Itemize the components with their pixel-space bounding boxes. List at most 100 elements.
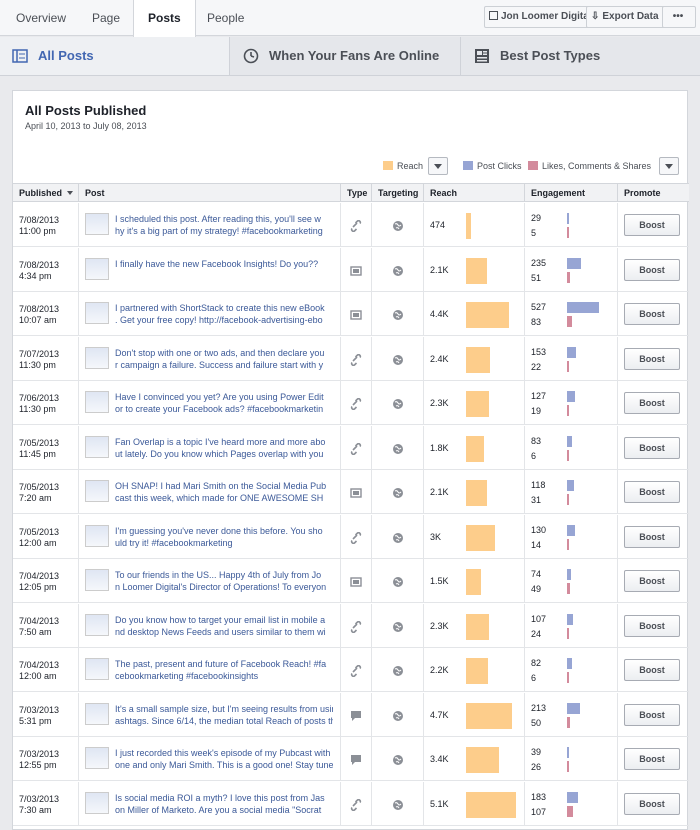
boost-button[interactable]: Boost	[624, 793, 680, 815]
post-cell[interactable]: Is social media ROI a myth? I love this …	[78, 782, 340, 826]
boost-button[interactable]: Boost	[624, 392, 680, 414]
post-message-link[interactable]: Is social media ROI a myth? I love this …	[115, 792, 333, 818]
post-thumbnail[interactable]	[85, 480, 109, 502]
post-thumbnail[interactable]	[85, 391, 109, 413]
post-date: 7/08/2013	[19, 215, 60, 225]
post-cell[interactable]: I'm guessing you've never done this befo…	[78, 515, 340, 559]
boost-button[interactable]: Boost	[624, 214, 680, 236]
post-message-link[interactable]: Don't stop with one or two ads, and then…	[115, 347, 333, 373]
post-time: 11:00 pm	[19, 226, 56, 236]
post-thumbnail[interactable]	[85, 658, 109, 680]
engagement-cell: 118 31	[524, 470, 617, 514]
post-cell[interactable]: OH SNAP! I had Mari Smith on the Social …	[78, 470, 340, 514]
boost-button[interactable]: Boost	[624, 570, 680, 592]
post-cell[interactable]: Don't stop with one or two ads, and then…	[78, 337, 340, 381]
post-thumbnail[interactable]	[85, 213, 109, 235]
post-message-link[interactable]: I just recorded this week's episode of m…	[115, 747, 333, 773]
post-clicks-bar	[567, 258, 581, 269]
post-message-link[interactable]: I scheduled this post. After reading thi…	[115, 213, 333, 239]
tab-posts[interactable]: Posts	[133, 0, 196, 37]
boost-button[interactable]: Boost	[624, 615, 680, 637]
post-thumbnail[interactable]	[85, 302, 109, 324]
reach-cell: 2.1K	[423, 248, 524, 292]
targeting-cell	[371, 737, 423, 781]
boost-button[interactable]: Boost	[624, 748, 680, 770]
boost-button[interactable]: Boost	[624, 526, 680, 548]
post-thumbnail[interactable]	[85, 347, 109, 369]
post-message-link[interactable]: Do you know how to target your email lis…	[115, 614, 333, 640]
reach-metric-dropdown[interactable]	[428, 157, 448, 175]
tab-fans-online[interactable]: When Your Fans Are Online	[231, 37, 461, 75]
post-message-link[interactable]: I'm guessing you've never done this befo…	[115, 525, 333, 551]
likes-bar	[567, 227, 569, 238]
post-thumbnail[interactable]	[85, 258, 109, 280]
post-message-link[interactable]: The past, present and future of Facebook…	[115, 658, 333, 684]
published-cell: 7/03/2013 12:55 pm	[13, 737, 78, 781]
published-datetime: 7/03/2013 7:30 am	[19, 794, 59, 816]
likes-bar	[567, 316, 572, 327]
post-cell[interactable]: Do you know how to target your email lis…	[78, 604, 340, 648]
likes-swatch	[528, 161, 538, 170]
post-message-link[interactable]: Fan Overlap is a topic I've heard more a…	[115, 436, 333, 462]
tab-best-post-types-label: Best Post Types	[500, 48, 601, 63]
post-cell[interactable]: Fan Overlap is a topic I've heard more a…	[78, 426, 340, 470]
post-thumbnail[interactable]	[85, 792, 109, 814]
post-message-link[interactable]: It's a small sample size, but I'm seeing…	[115, 703, 333, 729]
post-clicks-bar	[567, 658, 572, 669]
tab-best-post-types[interactable]: Best Post Types	[462, 37, 700, 75]
post-thumbnail[interactable]	[85, 614, 109, 636]
post-cell[interactable]: To our friends in the US... Happy 4th of…	[78, 559, 340, 603]
tab-people[interactable]: People	[193, 0, 258, 36]
boost-button[interactable]: Boost	[624, 437, 680, 459]
post-thumbnail[interactable]	[85, 525, 109, 547]
public-globe-icon	[392, 219, 404, 231]
post-text-line: cebookmarketing #facebookinsights	[115, 671, 259, 681]
photo-icon	[350, 308, 362, 320]
post-cell[interactable]: I partnered with ShortStack to create th…	[78, 292, 340, 336]
post-text-line: nd desktop News Feeds and users similar …	[115, 627, 326, 637]
page-switch-button[interactable]: Jon Loomer Digital	[484, 6, 599, 28]
public-globe-icon	[392, 264, 404, 276]
post-message-link[interactable]: OH SNAP! I had Mari Smith on the Social …	[115, 480, 333, 506]
more-options-button[interactable]: •••	[662, 6, 696, 28]
post-cell[interactable]: Have I convinced you yet? Are you using …	[78, 381, 340, 425]
col-post: Post	[78, 184, 340, 202]
promote-cell: Boost	[617, 203, 689, 247]
export-data-button[interactable]: ⇩ Export Data	[586, 6, 666, 28]
tab-all-posts[interactable]: All Posts	[0, 37, 230, 75]
post-date: 7/07/2013	[19, 349, 60, 359]
boost-button[interactable]: Boost	[624, 659, 680, 681]
post-clicks-value: 39	[531, 747, 542, 757]
post-text-line: I'm guessing you've never done this befo…	[115, 526, 323, 536]
post-text-line: Do you know how to target your email lis…	[115, 615, 326, 625]
tab-overview[interactable]: Overview	[2, 0, 80, 36]
post-thumbnail[interactable]	[85, 703, 109, 725]
boost-button[interactable]: Boost	[624, 259, 680, 281]
col-published[interactable]: Published	[13, 184, 78, 202]
boost-button[interactable]: Boost	[624, 348, 680, 370]
post-cell[interactable]: I just recorded this week's episode of m…	[78, 737, 340, 781]
public-globe-icon	[392, 620, 404, 632]
tab-page[interactable]: Page	[78, 0, 134, 36]
post-time: 7:50 am	[19, 627, 52, 637]
post-thumbnail[interactable]	[85, 436, 109, 458]
post-cell[interactable]: I scheduled this post. After reading thi…	[78, 203, 340, 247]
boost-button[interactable]: Boost	[624, 303, 680, 325]
post-message-link[interactable]: I finally have the new Facebook Insights…	[115, 258, 333, 284]
post-message-link[interactable]: Have I convinced you yet? Are you using …	[115, 391, 333, 417]
post-cell[interactable]: I finally have the new Facebook Insights…	[78, 248, 340, 292]
promote-cell: Boost	[617, 604, 689, 648]
post-text-line: Is social media ROI a myth? I love this …	[115, 793, 325, 803]
post-message-link[interactable]: To our friends in the US... Happy 4th of…	[115, 569, 333, 595]
table-row: 7/04/2013 7:50 am Do you know how to tar…	[13, 604, 689, 648]
post-cell[interactable]: It's a small sample size, but I'm seeing…	[78, 693, 340, 737]
post-thumbnail[interactable]	[85, 569, 109, 591]
post-cell[interactable]: The past, present and future of Facebook…	[78, 648, 340, 692]
table-row: 7/08/2013 11:00 pm I scheduled this post…	[13, 203, 689, 247]
boost-button[interactable]: Boost	[624, 704, 680, 726]
boost-button[interactable]: Boost	[624, 481, 680, 503]
engagement-metric-dropdown[interactable]	[659, 157, 679, 175]
post-thumbnail[interactable]	[85, 747, 109, 769]
published-cell: 7/07/2013 11:30 pm	[13, 337, 78, 381]
post-message-link[interactable]: I partnered with ShortStack to create th…	[115, 302, 333, 328]
